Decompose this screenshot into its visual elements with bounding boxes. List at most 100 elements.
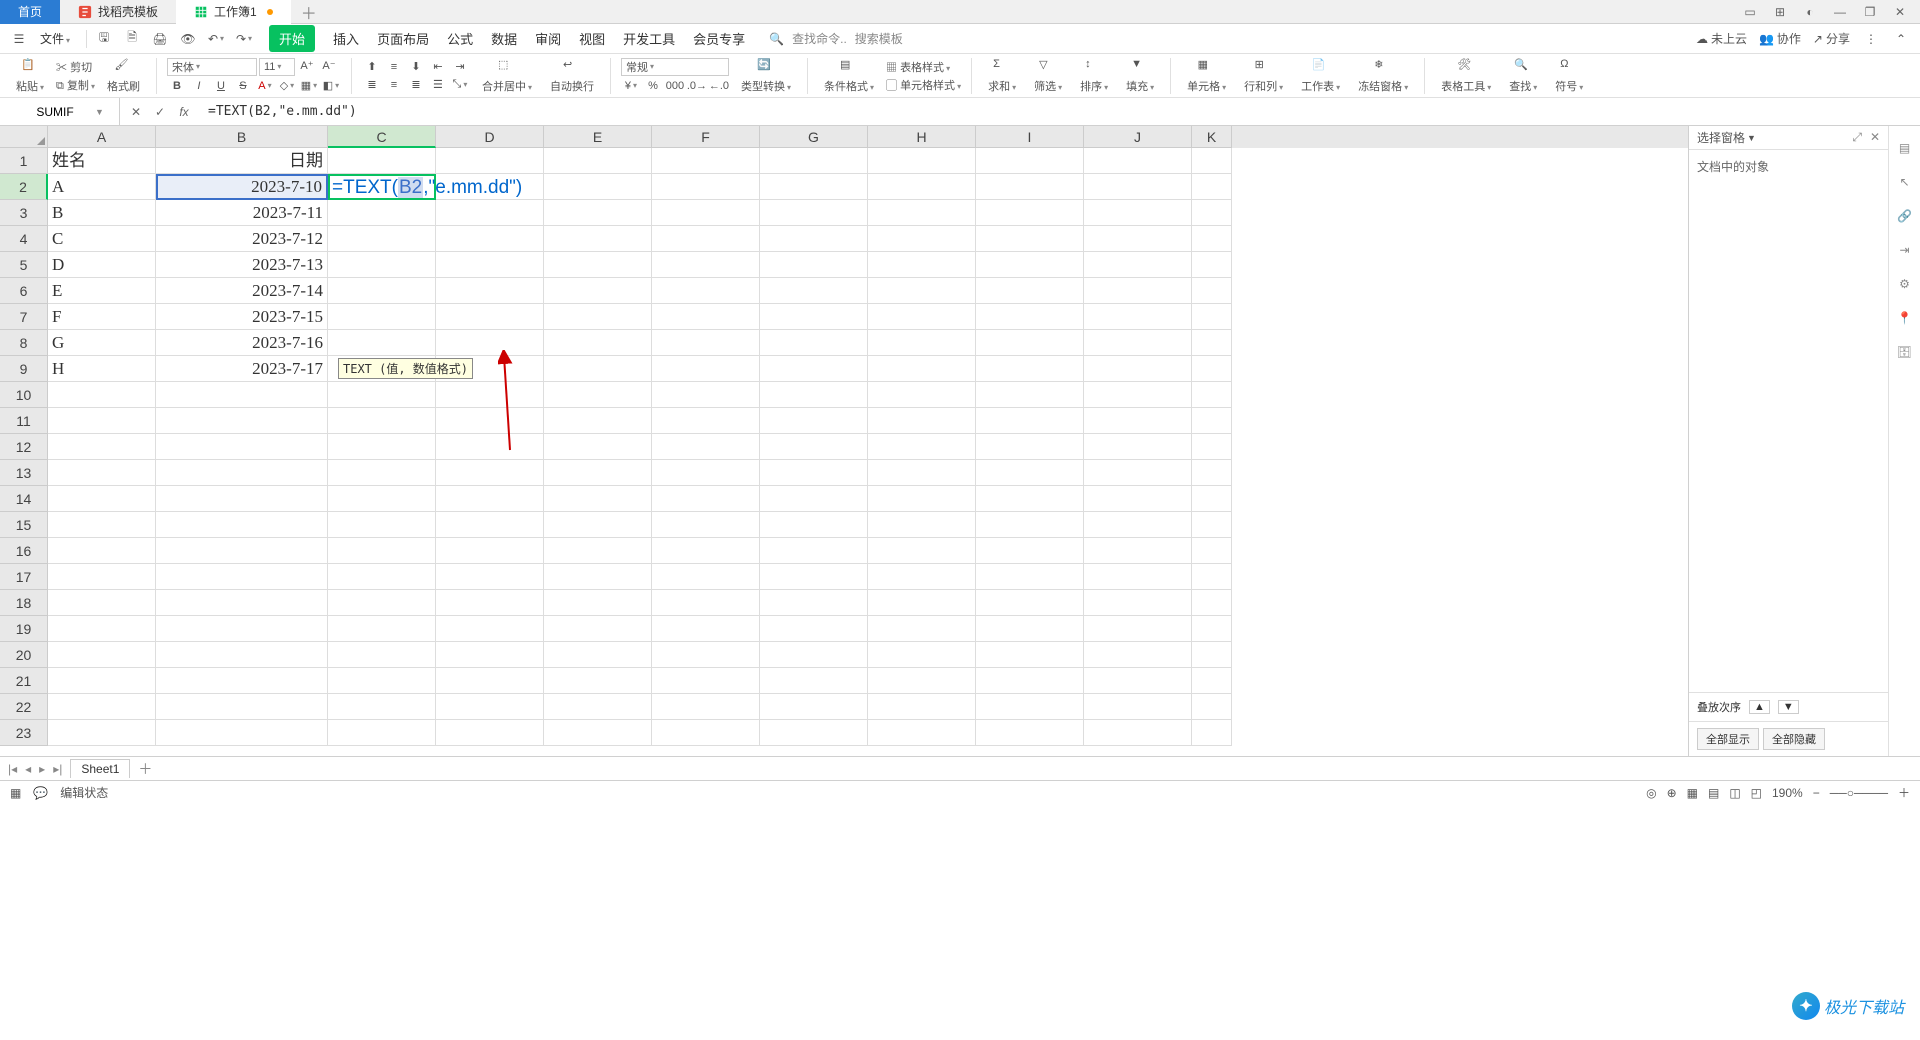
cell-H4[interactable] xyxy=(868,226,976,252)
row-header-22[interactable]: 22 xyxy=(0,694,48,720)
cell-A12[interactable] xyxy=(48,434,156,460)
cell-F9[interactable] xyxy=(652,356,760,382)
cell-B12[interactable] xyxy=(156,434,328,460)
cell-K16[interactable] xyxy=(1192,538,1232,564)
cell-A9[interactable]: H xyxy=(48,356,156,382)
cell-D19[interactable] xyxy=(436,616,544,642)
ribbon-tab-insert[interactable]: 插入 xyxy=(333,25,359,52)
cell-J10[interactable] xyxy=(1084,382,1192,408)
row-header-20[interactable]: 20 xyxy=(0,642,48,668)
decrease-font-button[interactable]: A⁻ xyxy=(319,58,339,74)
row-header-8[interactable]: 8 xyxy=(0,330,48,356)
cell-C17[interactable] xyxy=(328,564,436,590)
cell-I12[interactable] xyxy=(976,434,1084,460)
tab-home[interactable]: 首页 xyxy=(0,0,60,24)
symbol-button[interactable]: Ω符号 xyxy=(1549,58,1589,94)
cell-C6[interactable] xyxy=(328,278,436,304)
cell-K9[interactable] xyxy=(1192,356,1232,382)
cell-G4[interactable] xyxy=(760,226,868,252)
table-tools-button[interactable]: 🛠表格工具 xyxy=(1435,58,1497,94)
cell-G3[interactable] xyxy=(760,200,868,226)
cell-B19[interactable] xyxy=(156,616,328,642)
cell-D10[interactable] xyxy=(436,382,544,408)
cell-F3[interactable] xyxy=(652,200,760,226)
cell-C21[interactable] xyxy=(328,668,436,694)
ribbon-tab-pagelayout[interactable]: 页面布局 xyxy=(377,25,429,52)
ribbon-tab-formula[interactable]: 公式 xyxy=(447,25,473,52)
cell-A13[interactable] xyxy=(48,460,156,486)
dec-inc-button[interactable]: .0→ xyxy=(687,78,707,94)
cell-B17[interactable] xyxy=(156,564,328,590)
cell-J21[interactable] xyxy=(1084,668,1192,694)
row-header-4[interactable]: 4 xyxy=(0,226,48,252)
cell-D21[interactable] xyxy=(436,668,544,694)
row-header-2[interactable]: 2 xyxy=(0,174,48,200)
cell-K11[interactable] xyxy=(1192,408,1232,434)
status-dot-icon[interactable]: ◎ xyxy=(1646,786,1656,800)
cell-K23[interactable] xyxy=(1192,720,1232,746)
cell-F8[interactable] xyxy=(652,330,760,356)
pane-close-icon[interactable]: ✕ xyxy=(1870,130,1880,145)
cell-I8[interactable] xyxy=(976,330,1084,356)
cell-C3[interactable] xyxy=(328,200,436,226)
share-button[interactable]: ↗分享 xyxy=(1813,30,1850,47)
cell-D14[interactable] xyxy=(436,486,544,512)
table-style-button[interactable]: ▦ 表格样式 xyxy=(886,59,961,75)
tab-add-button[interactable]: ＋ xyxy=(291,0,327,24)
font-family-select[interactable]: 宋体 xyxy=(167,58,257,76)
cell-B23[interactable] xyxy=(156,720,328,746)
cell-I2[interactable] xyxy=(976,174,1084,200)
cell-H16[interactable] xyxy=(868,538,976,564)
cell-J5[interactable] xyxy=(1084,252,1192,278)
cell-H6[interactable] xyxy=(868,278,976,304)
cell-H8[interactable] xyxy=(868,330,976,356)
worksheet-button[interactable]: 📄工作表 xyxy=(1295,58,1346,94)
cell-B2[interactable]: 2023-7-10 xyxy=(156,174,328,200)
cell-K8[interactable] xyxy=(1192,330,1232,356)
cell-G11[interactable] xyxy=(760,408,868,434)
cell-A3[interactable]: B xyxy=(48,200,156,226)
col-header-J[interactable]: J xyxy=(1084,126,1192,148)
rail-link-icon[interactable]: 🔗 xyxy=(1895,206,1915,226)
filter-button[interactable]: ▽筛选 xyxy=(1028,58,1068,94)
cell-J15[interactable] xyxy=(1084,512,1192,538)
zoom-in-button[interactable]: ＋ xyxy=(1898,784,1910,801)
cell-A4[interactable]: C xyxy=(48,226,156,252)
cell-E4[interactable] xyxy=(544,226,652,252)
file-menu[interactable]: 文件 xyxy=(32,30,78,47)
maximize-button[interactable]: ❐ xyxy=(1860,2,1880,22)
col-header-C[interactable]: C xyxy=(328,126,436,148)
cell-A8[interactable]: G xyxy=(48,330,156,356)
sheet-nav-first[interactable]: |◂ xyxy=(8,762,17,776)
cell-J23[interactable] xyxy=(1084,720,1192,746)
cell-B11[interactable] xyxy=(156,408,328,434)
cell-J2[interactable] xyxy=(1084,174,1192,200)
cell-H18[interactable] xyxy=(868,590,976,616)
cell-A14[interactable] xyxy=(48,486,156,512)
cell-D3[interactable] xyxy=(436,200,544,226)
cell-E22[interactable] xyxy=(544,694,652,720)
pane-pin-icon[interactable]: ⤢ xyxy=(1852,130,1862,145)
cell-K21[interactable] xyxy=(1192,668,1232,694)
cell-G9[interactable] xyxy=(760,356,868,382)
row-header-1[interactable]: 1 xyxy=(0,148,48,174)
dec-dec-button[interactable]: ←.0 xyxy=(709,78,729,94)
cell-H21[interactable] xyxy=(868,668,976,694)
cell-B8[interactable]: 2023-7-16 xyxy=(156,330,328,356)
show-all-button[interactable]: 全部显示 xyxy=(1697,728,1759,750)
cell-A7[interactable]: F xyxy=(48,304,156,330)
cell-I20[interactable] xyxy=(976,642,1084,668)
cell-B21[interactable] xyxy=(156,668,328,694)
fill-color-button[interactable]: ◇ xyxy=(277,78,297,94)
cell-K5[interactable] xyxy=(1192,252,1232,278)
cell-I9[interactable] xyxy=(976,356,1084,382)
cell-J11[interactable] xyxy=(1084,408,1192,434)
cell-I21[interactable] xyxy=(976,668,1084,694)
cell-F19[interactable] xyxy=(652,616,760,642)
cell-K10[interactable] xyxy=(1192,382,1232,408)
row-header-6[interactable]: 6 xyxy=(0,278,48,304)
cell-A5[interactable]: D xyxy=(48,252,156,278)
cell-D8[interactable] xyxy=(436,330,544,356)
cell-H20[interactable] xyxy=(868,642,976,668)
cell-E20[interactable] xyxy=(544,642,652,668)
